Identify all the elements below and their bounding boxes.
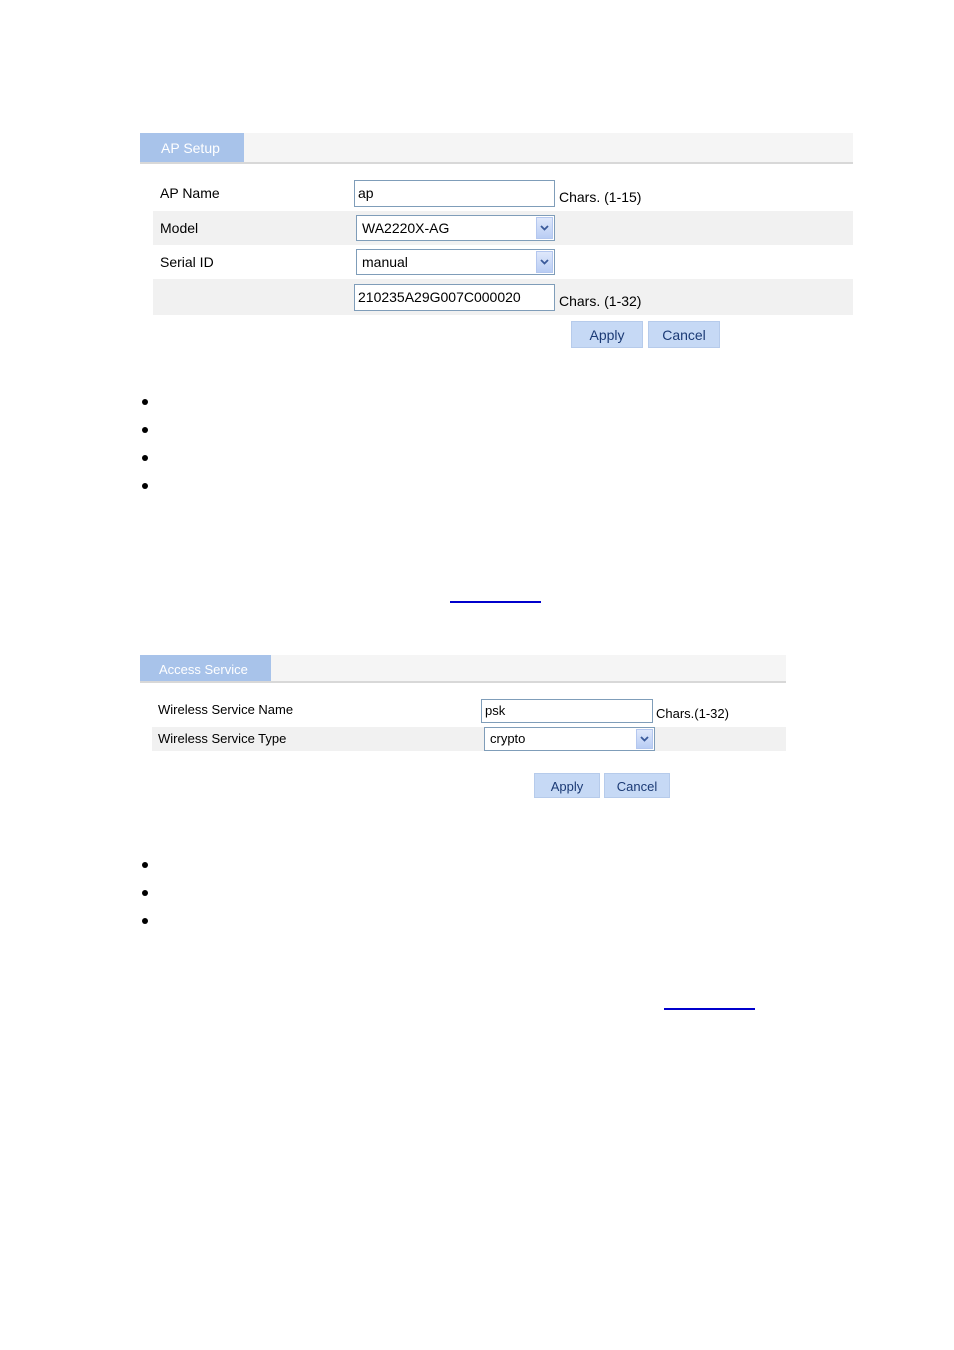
service-type-select-value: crypto <box>490 731 526 746</box>
tab-access-service[interactable]: Access Service <box>140 655 271 681</box>
serial-id-input[interactable]: 210235A29G007C000020 <box>354 284 555 311</box>
ap-name-label: AP Name <box>160 185 220 201</box>
ap-setup-header: AP Setup <box>140 133 853 164</box>
bullet-item <box>142 399 148 405</box>
bullet-item <box>142 427 148 433</box>
ap-setup-cancel-button[interactable]: Cancel <box>648 321 720 348</box>
access-service-cancel-button[interactable]: Cancel <box>604 773 670 798</box>
service-name-hint: Chars.(1-32) <box>656 706 729 721</box>
model-select-value: WA2220X-AG <box>362 220 450 236</box>
hyperlink-underline[interactable] <box>664 1008 755 1010</box>
service-name-label: Wireless Service Name <box>158 702 294 717</box>
ap-name-input[interactable]: ap <box>354 180 555 207</box>
serial-id-hint: Chars. (1-32) <box>559 293 642 309</box>
model-select[interactable]: WA2220X-AG <box>356 215 555 241</box>
bullet-item <box>142 483 148 489</box>
ap-name-hint: Chars. (1-15) <box>559 189 642 205</box>
bullet-item <box>142 918 148 924</box>
serial-id-select[interactable]: manual <box>356 249 555 275</box>
ap-setup-apply-button[interactable]: Apply <box>571 321 643 348</box>
hyperlink-underline[interactable] <box>450 601 541 603</box>
serial-id-label: Serial ID <box>160 254 214 270</box>
access-service-header: Access Service <box>140 655 786 683</box>
tab-ap-setup[interactable]: AP Setup <box>140 133 244 162</box>
bullet-item <box>142 455 148 461</box>
chevron-down-icon[interactable] <box>536 217 553 239</box>
bullet-item <box>142 862 148 868</box>
chevron-down-icon[interactable] <box>636 729 653 749</box>
serial-id-select-value: manual <box>362 254 408 270</box>
access-service-apply-button[interactable]: Apply <box>534 773 600 798</box>
service-type-select[interactable]: crypto <box>484 727 655 751</box>
chevron-down-icon[interactable] <box>536 251 553 273</box>
bullet-item <box>142 890 148 896</box>
service-type-label: Wireless Service Type <box>158 731 287 746</box>
service-name-input[interactable]: psk <box>481 699 653 723</box>
model-label: Model <box>160 220 199 236</box>
